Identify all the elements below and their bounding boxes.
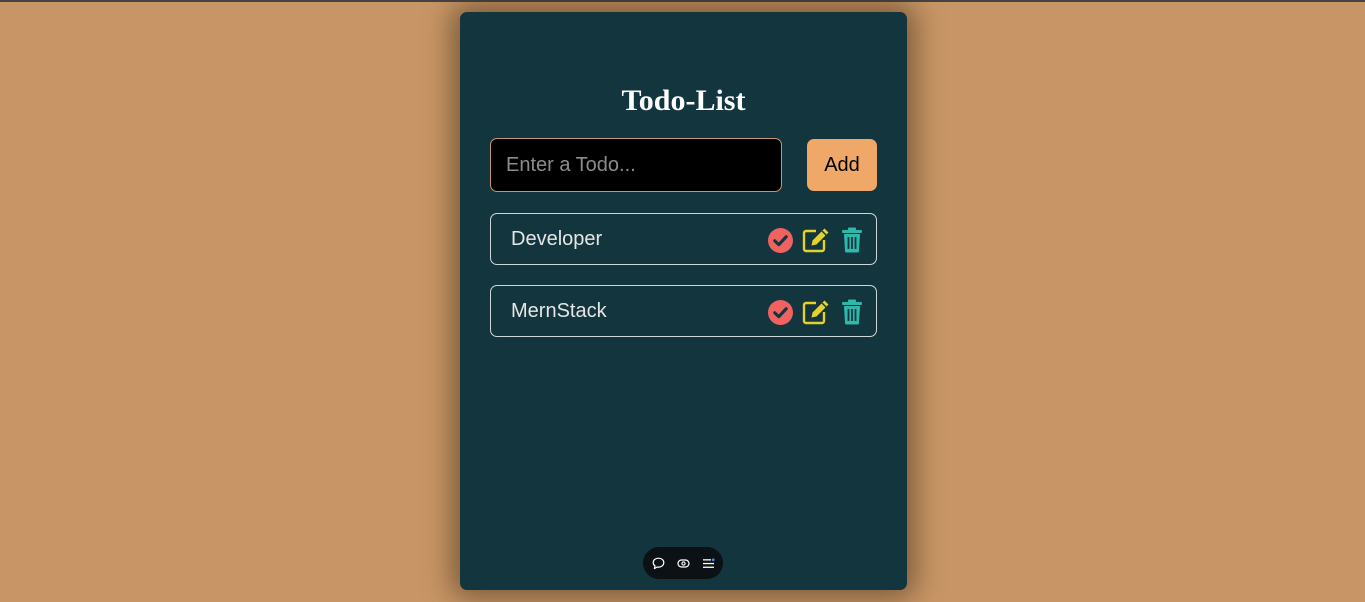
add-button[interactable]: Add — [807, 139, 877, 191]
check-circle-icon[interactable] — [766, 226, 794, 254]
eye-icon[interactable] — [676, 557, 690, 570]
page-title: Todo-List — [621, 84, 746, 117]
todo-input[interactable] — [490, 138, 782, 192]
todo-actions — [766, 227, 866, 253]
trash-icon[interactable] — [838, 298, 866, 326]
top-border — [0, 0, 1365, 2]
trash-icon[interactable] — [838, 226, 866, 254]
edit-icon[interactable] — [802, 226, 830, 254]
menu-icon[interactable] — [702, 557, 715, 570]
todo-text: Developer — [511, 228, 603, 250]
todo-item: MernStack — [490, 285, 877, 337]
edit-icon[interactable] — [802, 298, 830, 326]
comment-icon[interactable] — [652, 557, 665, 570]
todo-text: MernStack — [511, 300, 607, 322]
floating-toolbar — [643, 547, 723, 579]
todo-card: Todo-List Add Developer — [460, 12, 907, 590]
check-circle-icon[interactable] — [766, 298, 794, 326]
todo-actions — [766, 299, 866, 325]
todo-item: Developer — [490, 213, 877, 265]
